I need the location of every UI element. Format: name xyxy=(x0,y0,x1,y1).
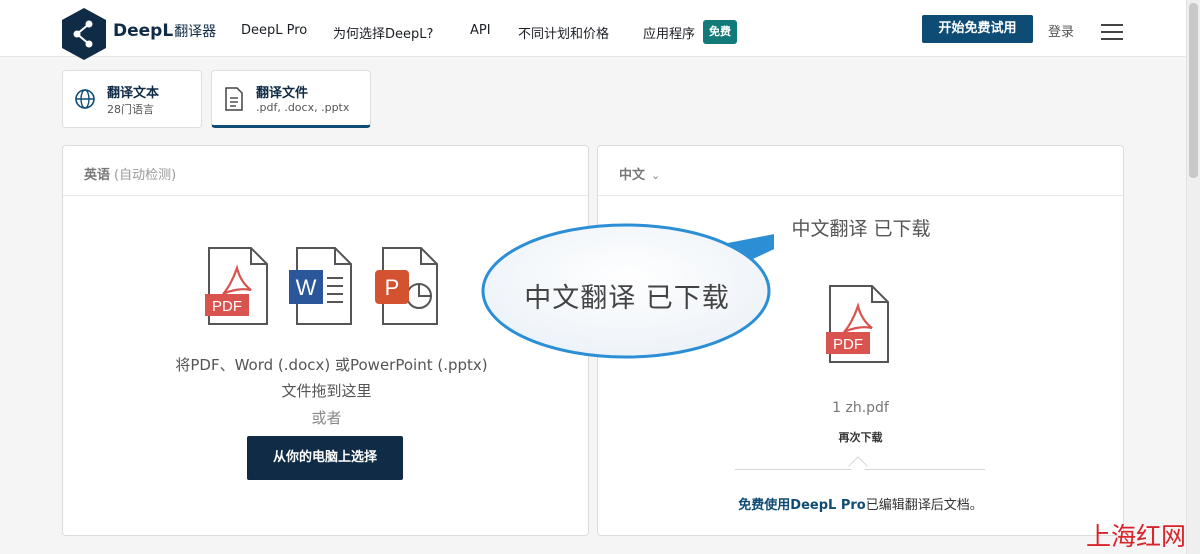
scrollbar-thumb[interactable] xyxy=(1189,3,1198,178)
callout-text: 中文翻译 已下载 xyxy=(524,283,730,314)
nav-link-deepl-pro[interactable]: DeepL Pro xyxy=(241,23,307,38)
word-badge-label: W xyxy=(296,275,317,300)
download-again-link[interactable]: 再次下载 xyxy=(598,429,1123,445)
globe-icon xyxy=(75,89,95,109)
source-language-selector[interactable]: 英语 (自动检测) xyxy=(84,164,176,183)
powerpoint-file-icon: P xyxy=(375,247,438,325)
tab-translate-files[interactable]: 翻译文件 .pdf, .docx, .pptx xyxy=(211,70,371,128)
nav-link-apps[interactable]: 应用程序 xyxy=(643,23,695,42)
or-text: 或者 xyxy=(311,409,342,427)
pdf-badge-label: PDF xyxy=(833,336,863,353)
free-badge: 免费 xyxy=(703,20,737,44)
word-file-icon: W xyxy=(289,247,352,325)
choose-file-button[interactable]: 从你的电脑上选择 xyxy=(247,436,403,480)
top-nav: DeepL翻译器 DeepL Pro 为何选择DeepL? API 不同计划和价… xyxy=(0,0,1186,60)
page-scrollbar[interactable] xyxy=(1186,0,1200,554)
deepl-pro-link[interactable]: 免费使用DeepL Pro xyxy=(738,498,865,513)
brand-name[interactable]: DeepL翻译器 xyxy=(113,21,216,41)
login-link[interactable]: 登录 xyxy=(1048,21,1074,40)
start-free-trial-button[interactable]: 开始免费试用 xyxy=(922,15,1033,43)
ppt-badge-label: P xyxy=(385,275,400,300)
nav-link-pricing[interactable]: 不同计划和价格 xyxy=(518,23,609,42)
chevron-down-icon: ⌄ xyxy=(651,169,661,182)
drop-instruction-line2: 文件拖到这里 xyxy=(281,382,372,400)
tab-subtitle: .pdf, .docx, .pptx xyxy=(256,101,350,114)
pdf-file-icon: PDF xyxy=(205,247,268,325)
translated-file-name: 1 zh.pdf xyxy=(832,400,889,416)
pro-promo-text: 免费使用DeepL Pro已编辑翻译后文档。 xyxy=(738,498,983,513)
tab-subtitle: 28门语言 xyxy=(107,103,154,116)
watermark: 上海红网 xyxy=(1086,522,1187,551)
source-panel-header: 英语 (自动检测) xyxy=(63,146,588,196)
hamburger-menu-icon[interactable] xyxy=(1101,24,1123,40)
pdf-file-icon: PDF xyxy=(826,285,889,363)
nav-link-why-deepl[interactable]: 为何选择DeepL? xyxy=(333,23,433,42)
deepl-logo-icon[interactable] xyxy=(62,8,106,60)
target-language-selector[interactable]: 中文 ⌄ xyxy=(619,164,660,183)
pdf-badge-label: PDF xyxy=(212,298,242,315)
nav-link-api[interactable]: API xyxy=(470,23,491,38)
divider-notch xyxy=(848,456,868,476)
tab-title: 翻译文本 xyxy=(107,86,160,101)
document-icon xyxy=(225,87,243,111)
tab-title: 翻译文件 xyxy=(256,86,309,101)
target-panel-header: 中文 ⌄ xyxy=(598,146,1123,196)
tab-translate-text[interactable]: 翻译文本 28门语言 xyxy=(62,70,202,128)
